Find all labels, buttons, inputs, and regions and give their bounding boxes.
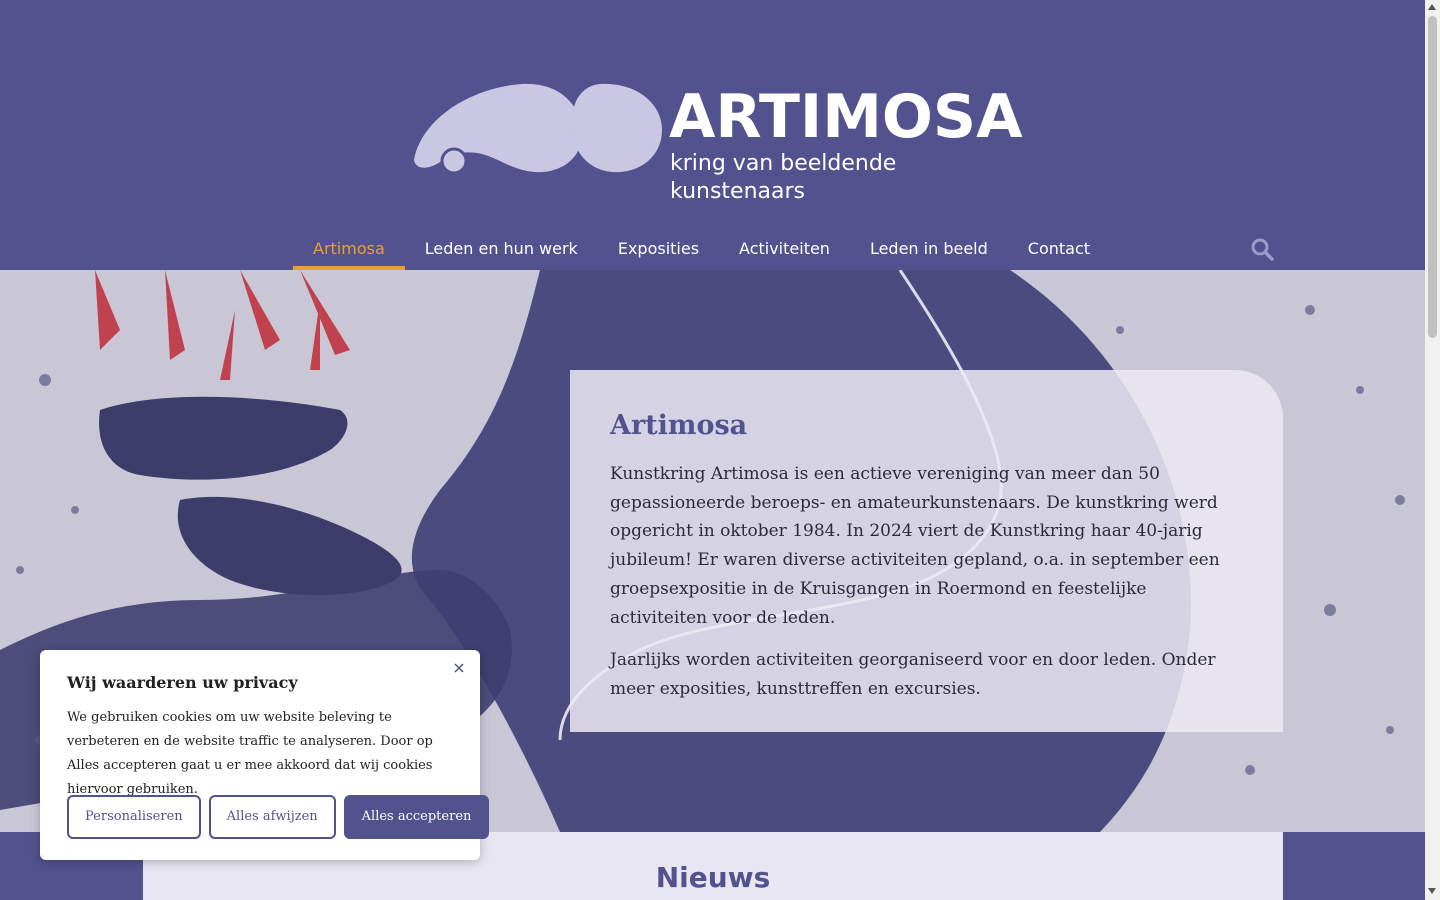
site-header: ARTIMOSA kring van beeldende kunstenaars… xyxy=(0,0,1425,270)
nav-item-activiteiten[interactable]: Activiteiten xyxy=(719,229,850,270)
news-title: Nieuws xyxy=(655,861,771,894)
logo-shape-icon xyxy=(414,83,662,175)
main-nav: Artimosa Leden en hun werk Exposities Ac… xyxy=(293,229,1110,270)
close-icon[interactable] xyxy=(452,660,466,674)
logo-wordmark: ARTIMOSA xyxy=(669,82,1023,152)
reject-all-button[interactable]: Alles afwijzen xyxy=(208,795,336,839)
cookie-title: Wij waarderen uw privacy xyxy=(67,673,298,692)
intro-paragraph: Kunstkring Artimosa is een actieve veren… xyxy=(610,464,1220,628)
nav-item-leden-en-hun-werk[interactable]: Leden en hun werk xyxy=(405,229,598,270)
scrollbar-thumb[interactable] xyxy=(1428,16,1437,338)
intro-paragraph: Jaarlijks worden activiteiten georganise… xyxy=(610,650,1216,699)
cookie-consent-dialog: Wij waarderen uw privacy We gebruiken co… xyxy=(40,650,490,860)
scroll-up-arrow-icon[interactable] xyxy=(1428,4,1436,10)
cookie-text: We gebruiken cookies om uw website belev… xyxy=(67,710,433,797)
artimosa-logo[interactable]: ARTIMOSA kring van beeldende kunstenaars xyxy=(412,82,1023,204)
scroll-down-arrow-icon[interactable] xyxy=(1428,888,1436,894)
accept-all-button[interactable]: Alles accepteren xyxy=(343,795,490,839)
nav-item-exposities[interactable]: Exposities xyxy=(598,229,719,270)
intro-card: Artimosa Kunstkring Artimosa is een acti… xyxy=(570,370,1283,732)
customize-button[interactable]: Personaliseren xyxy=(67,795,201,839)
page-scrollbar[interactable] xyxy=(1425,0,1440,900)
nav-item-contact[interactable]: Contact xyxy=(1008,229,1110,270)
cookie-buttons: Personaliseren Alles afwijzen Alles acce… xyxy=(67,795,490,839)
intro-title: Artimosa xyxy=(610,410,748,441)
logo-subtitle: kring van beeldende kunstenaars xyxy=(670,151,897,204)
search-icon[interactable] xyxy=(1250,237,1276,263)
nav-item-artimosa[interactable]: Artimosa xyxy=(293,229,405,270)
nav-item-leden-in-beeld[interactable]: Leden in beeld xyxy=(850,229,1008,270)
